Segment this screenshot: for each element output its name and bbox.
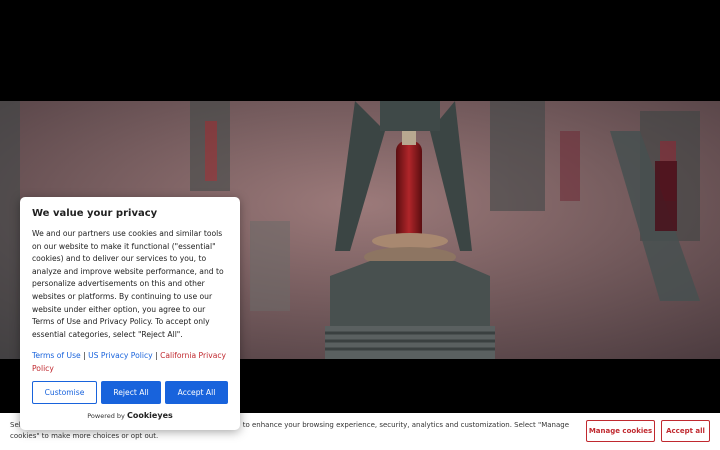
modal-body: We and our partners use cookies and simi… (32, 229, 224, 339)
terms-of-use-link[interactable]: Terms of Use (32, 351, 81, 360)
powered-by-label: Powered by (87, 412, 125, 420)
privacy-consent-modal: We value your privacy We and our partner… (20, 197, 240, 430)
policy-links: Terms of Use | US Privacy Policy | Calif… (32, 350, 228, 375)
customise-button[interactable]: Customise (32, 381, 97, 404)
reject-all-button[interactable]: Reject All (101, 381, 161, 404)
us-privacy-policy-link[interactable]: US Privacy Policy (88, 351, 153, 360)
modal-title: We value your privacy (32, 208, 158, 219)
link-separator: | (83, 351, 86, 361)
link-separator: | (155, 351, 158, 361)
accept-all-button[interactable]: Accept All (165, 381, 228, 404)
manage-cookies-button[interactable]: Manage cookies (586, 420, 655, 442)
cookieyes-logo[interactable]: Cookieyes (127, 411, 173, 420)
powered-by: Powered by Cookieyes (20, 411, 240, 420)
modal-button-row: Customise Reject All Accept All (32, 381, 228, 404)
banner-accept-all-button[interactable]: Accept all (661, 420, 710, 442)
